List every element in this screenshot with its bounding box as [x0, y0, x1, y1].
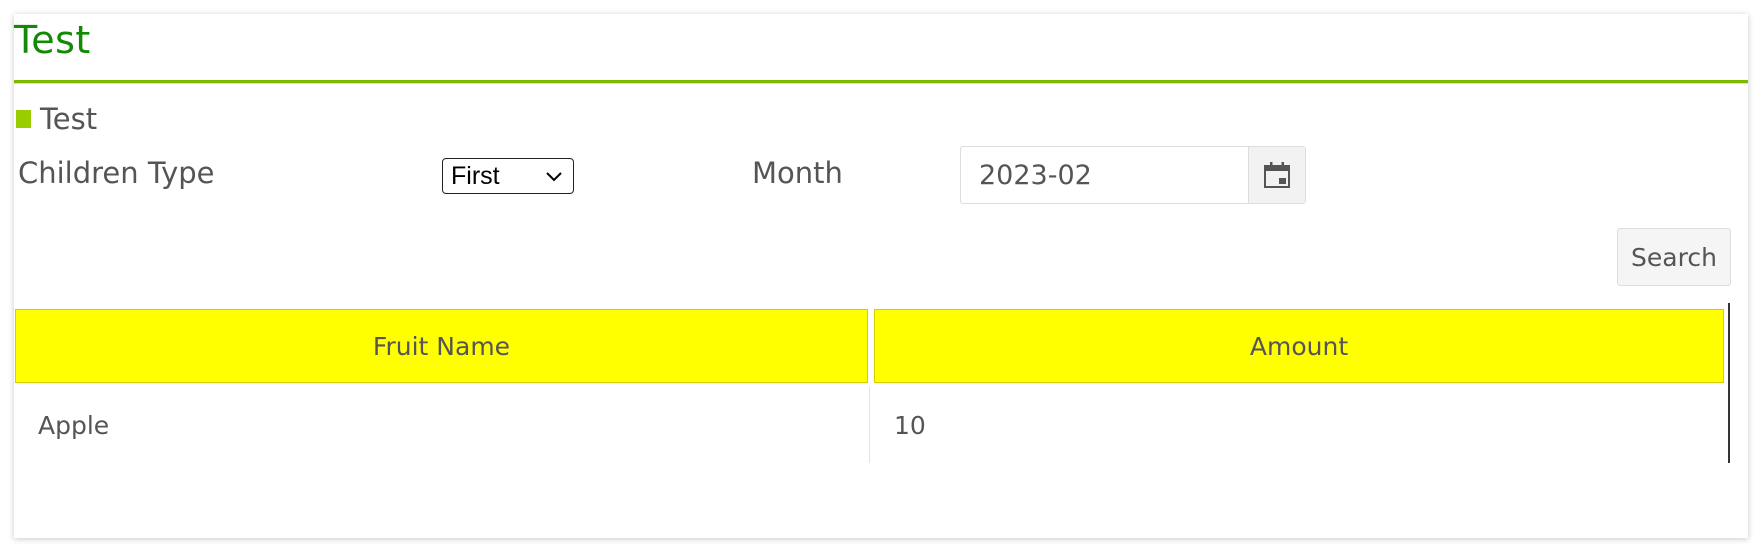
month-label: Month [752, 156, 843, 190]
chevron-down-icon [546, 172, 562, 182]
children-type-label: Children Type [18, 156, 215, 190]
month-input[interactable]: 2023-02 [961, 147, 1248, 203]
table-cell-amount: 10 [894, 410, 926, 440]
month-picker: 2023-02 [960, 146, 1306, 204]
calendar-button[interactable] [1248, 147, 1305, 203]
section-marker [16, 110, 31, 128]
grid-border [1728, 303, 1730, 463]
section-title: Test [40, 102, 98, 136]
page-title: Test [14, 18, 91, 62]
data-table: Fruit Name Amount Apple 10 [14, 303, 1730, 463]
children-type-value: First [451, 161, 500, 190]
calendar-icon [1264, 162, 1290, 188]
cell-divider [869, 387, 870, 463]
main-panel: Test Test Children Type First Month 2023… [14, 14, 1748, 538]
table-cell-fruit-name: Apple [38, 410, 110, 440]
search-button[interactable]: Search [1617, 228, 1731, 286]
column-header-amount[interactable]: Amount [874, 309, 1724, 383]
children-type-select[interactable]: First [442, 158, 574, 194]
column-header-fruit-name[interactable]: Fruit Name [15, 309, 868, 383]
title-divider [14, 80, 1748, 84]
